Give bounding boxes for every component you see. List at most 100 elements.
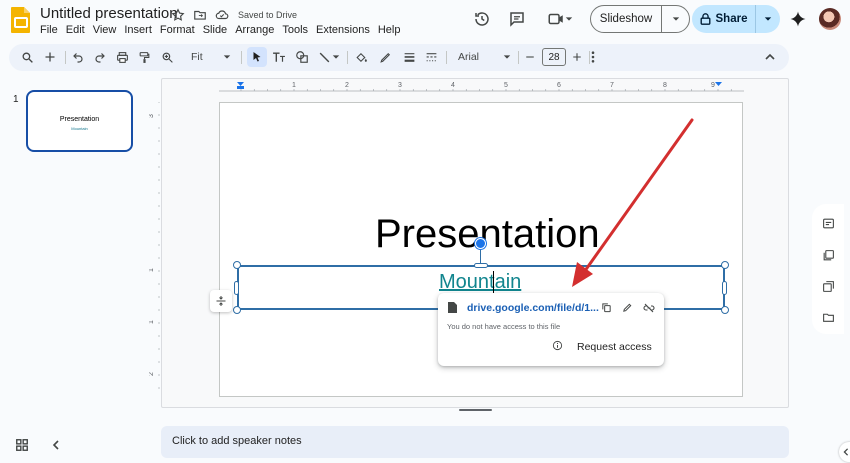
version-history-icon[interactable]	[472, 9, 492, 29]
undo-icon[interactable]	[70, 49, 86, 65]
ruler-label: 4	[451, 82, 455, 89]
border-color-icon[interactable]	[377, 49, 393, 65]
text-box-icon[interactable]	[271, 49, 287, 65]
link-url[interactable]: drive.google.com/file/d/1...	[467, 302, 599, 314]
paint-format-icon[interactable]	[136, 49, 152, 65]
grid-view-icon[interactable]	[15, 438, 29, 452]
resize-handle-top[interactable]	[474, 263, 488, 268]
ruler-label: 1	[292, 82, 296, 89]
border-dash-icon[interactable]	[423, 49, 439, 65]
slides-logo-icon[interactable]	[10, 6, 32, 34]
font-select[interactable]: Arial	[458, 51, 479, 63]
ruler-label: 3	[149, 114, 155, 118]
share-label: Share	[715, 13, 748, 25]
toolbar-divider	[65, 51, 66, 64]
rotate-handle[interactable]	[475, 238, 486, 249]
edit-link-icon[interactable]	[621, 301, 634, 314]
vertical-ruler[interactable]: 3 1 1 2	[149, 102, 161, 398]
menu-format[interactable]: Format	[160, 24, 200, 36]
file-icon	[448, 302, 457, 313]
title-bar: Untitled presentation Saved to Drive Fil…	[0, 0, 850, 42]
folder-icon[interactable]	[821, 310, 835, 324]
zoom-chevron-down-icon[interactable]	[219, 49, 235, 65]
collapse-toolbar-chevron-up-icon[interactable]	[762, 49, 778, 65]
text-cursor	[493, 271, 494, 295]
fill-color-icon[interactable]	[353, 49, 369, 65]
speaker-notes-placeholder: Click to add speaker notes	[172, 435, 302, 447]
menu-view[interactable]: View	[93, 24, 122, 36]
ruler-label: 5	[504, 82, 508, 89]
expand-side-panel-button[interactable]	[839, 442, 850, 462]
resize-handle[interactable]	[721, 306, 729, 314]
select-cursor-icon[interactable]	[249, 49, 265, 65]
access-note: You do not have access to this file	[447, 322, 561, 331]
comments-icon[interactable]	[507, 9, 527, 29]
print-icon[interactable]	[114, 49, 130, 65]
ruler-label: 2	[149, 372, 155, 376]
ruler-label: 8	[663, 82, 667, 89]
menu-insert[interactable]: Insert	[124, 24, 157, 36]
vertical-align-button[interactable]	[210, 290, 232, 312]
horizontal-ruler[interactable]: 1 2 3 4 5 6 7 8 9	[219, 80, 744, 92]
avatar[interactable]	[819, 8, 841, 30]
thumbnail-title: Presentation	[59, 116, 100, 123]
search-menus-icon[interactable]	[19, 49, 35, 65]
rotate-stem	[480, 249, 481, 263]
more-options-icon[interactable]	[585, 49, 601, 65]
decrease-font-size-icon[interactable]	[522, 49, 538, 65]
toolbar-divider	[518, 51, 519, 64]
redo-icon[interactable]	[92, 49, 108, 65]
increase-font-size-icon[interactable]	[569, 49, 585, 65]
speaker-notes-panel-icon[interactable]	[821, 216, 835, 230]
zoom-icon[interactable]	[159, 49, 175, 65]
vertical-align-icon	[216, 296, 226, 306]
new-slide-icon[interactable]	[42, 49, 58, 65]
move-folder-icon[interactable]	[192, 7, 208, 23]
menu-help[interactable]: Help	[378, 24, 406, 36]
shape-icon[interactable]	[294, 49, 310, 65]
menu-arrange[interactable]: Arrange	[235, 24, 279, 36]
copy-link-icon[interactable]	[600, 301, 613, 314]
info-icon	[552, 340, 563, 351]
animation-panel-icon[interactable]	[821, 279, 835, 293]
slideshow-button[interactable]: Slideshow	[591, 6, 662, 32]
resize-handle[interactable]	[233, 261, 241, 269]
speaker-notes[interactable]: Click to add speaker notes	[161, 426, 789, 458]
menu-tools[interactable]: Tools	[282, 24, 313, 36]
resize-handle[interactable]	[233, 306, 241, 314]
document-title[interactable]: Untitled presentation	[40, 5, 178, 22]
title-icons: Saved to Drive	[170, 7, 297, 23]
slides-library-icon[interactable]	[821, 248, 835, 262]
line-chevron-down-icon[interactable]	[331, 49, 341, 65]
slide-thumbnail[interactable]: Presentation Mountain	[26, 90, 133, 152]
menu-edit[interactable]: Edit	[66, 24, 90, 36]
cloud-saved-icon[interactable]	[214, 7, 230, 23]
share-group: Share	[692, 5, 780, 33]
ruler-label: 6	[557, 82, 561, 89]
resize-handle-right[interactable]	[722, 281, 727, 295]
remove-link-icon[interactable]	[642, 301, 655, 314]
share-button[interactable]: Share	[692, 5, 756, 33]
slideshow-chevron-down-icon[interactable]	[662, 6, 689, 32]
zoom-select[interactable]: Fit	[191, 51, 203, 63]
resize-handle[interactable]	[721, 261, 729, 269]
share-chevron-down-icon[interactable]	[756, 5, 780, 33]
meet-chevron-down-icon[interactable]	[563, 9, 575, 29]
menu-file[interactable]: File	[40, 24, 63, 36]
toolbar-divider	[347, 51, 348, 64]
annotation-arrow	[572, 118, 694, 287]
ruler-label: 9	[711, 82, 715, 89]
menu-extensions[interactable]: Extensions	[316, 24, 375, 36]
star-icon[interactable]	[170, 7, 186, 23]
subtitle-link[interactable]: Mountain	[439, 271, 521, 294]
font-size-input[interactable]: 28	[542, 48, 566, 66]
border-weight-icon[interactable]	[401, 49, 417, 65]
line-icon[interactable]	[316, 49, 332, 65]
resize-handle-left[interactable]	[234, 281, 239, 295]
notes-resize-handle[interactable]	[459, 409, 492, 411]
menu-slide[interactable]: Slide	[203, 24, 232, 36]
collapse-filmstrip-chevron-left-icon[interactable]	[50, 439, 62, 451]
font-chevron-down-icon[interactable]	[499, 49, 515, 65]
gemini-sparkle-icon[interactable]	[788, 9, 808, 29]
request-access-button[interactable]: Request access	[577, 341, 652, 353]
